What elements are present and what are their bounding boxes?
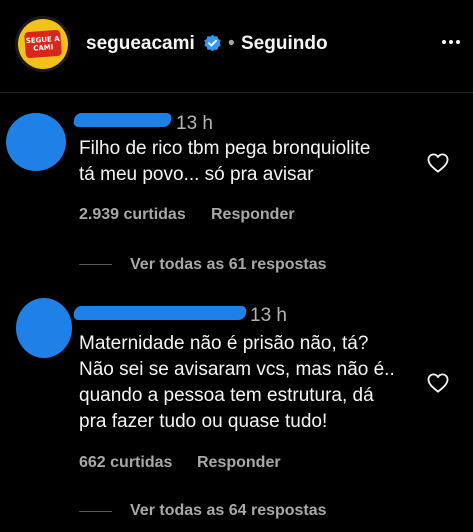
reply-button[interactable]: Responder xyxy=(211,206,295,224)
commenter-avatar-redacted[interactable] xyxy=(6,113,66,171)
reply-button[interactable]: Responder xyxy=(197,454,281,472)
comment-text: Filho de rico tbm pega bronquiolite tá m… xyxy=(79,136,419,188)
replies-divider xyxy=(79,511,112,512)
avatar-logo-text: SEGUE A CAMI xyxy=(24,29,62,59)
comment-text-line: pra fazer tudo ou quase tudo! xyxy=(79,411,328,432)
commenter-username-redacted[interactable] xyxy=(72,306,248,320)
profile-avatar[interactable]: SEGUE A CAMI xyxy=(15,16,71,72)
like-count[interactable]: 662 curtidas xyxy=(79,454,172,472)
like-count[interactable]: 2.939 curtidas xyxy=(79,206,186,224)
comment-text-line: Não sei se avisaram vcs, mas não é.. xyxy=(79,359,395,380)
view-replies-link[interactable]: Ver todas as 61 respostas xyxy=(130,256,327,274)
following-button[interactable]: Seguindo xyxy=(241,33,328,55)
comment-text: Maternidade não é prisão não, tá? Não se… xyxy=(79,331,424,435)
post-header: SEGUE A CAMI segueacami • Seguindo xyxy=(0,0,473,93)
more-options-icon[interactable] xyxy=(442,40,460,44)
comment-text-line: Maternidade não é prisão não, tá? xyxy=(79,333,369,354)
heart-icon[interactable] xyxy=(427,373,449,393)
comment-text-line: quando a pessoa tem estrutura, dá xyxy=(79,385,374,406)
view-replies-link[interactable]: Ver todas as 64 respostas xyxy=(130,502,327,520)
username[interactable]: segueacami xyxy=(86,33,195,55)
replies-divider xyxy=(79,264,112,265)
verified-badge-icon xyxy=(204,34,221,52)
comment-timestamp: 13 h xyxy=(176,113,213,134)
comment-timestamp: 13 h xyxy=(250,305,287,326)
commenter-avatar-redacted[interactable] xyxy=(16,298,72,358)
separator-dot: • xyxy=(228,33,235,54)
comment-text-line: Filho de rico tbm pega bronquiolite xyxy=(79,138,371,159)
commenter-username-redacted[interactable] xyxy=(72,113,173,127)
avatar-logo: SEGUE A CAMI xyxy=(18,19,68,69)
comment-text-line: tá meu povo... só pra avisar xyxy=(79,164,314,185)
heart-icon[interactable] xyxy=(427,153,449,173)
